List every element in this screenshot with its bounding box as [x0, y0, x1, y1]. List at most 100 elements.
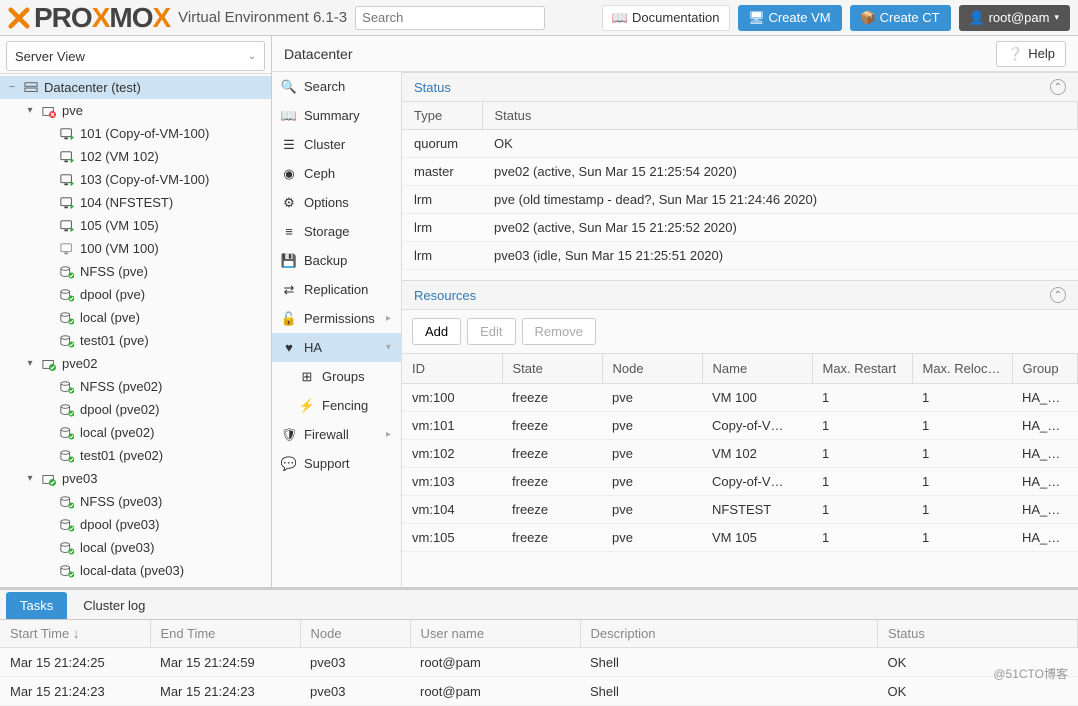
remove-button[interactable]: Remove — [522, 318, 596, 345]
status-row[interactable]: masterpve02 (active, Sun Mar 15 21:25:54… — [402, 158, 1078, 186]
nav-ceph[interactable]: ◉Ceph — [272, 159, 401, 188]
tree-item[interactable]: NFSS (pve03) — [0, 490, 271, 513]
help-button[interactable]: ❔ Help — [996, 41, 1066, 67]
ha-row[interactable]: vm:102freezepveVM 10211HA_Grou — [402, 440, 1078, 468]
nav-replication[interactable]: ⇄Replication — [272, 275, 401, 304]
col-status[interactable]: Status — [878, 620, 1078, 648]
tree-item[interactable]: NFSS (pve) — [0, 260, 271, 283]
tree-item[interactable]: test01 (pve) — [0, 329, 271, 352]
status-row[interactable]: lrmpve03 (idle, Sun Mar 15 21:25:51 2020… — [402, 242, 1078, 270]
nav-label: Ceph — [304, 166, 335, 181]
col-status[interactable]: Status — [482, 102, 1078, 130]
nav-summary[interactable]: 📖Summary — [272, 101, 401, 130]
tree-item[interactable]: 102 (VM 102) — [0, 145, 271, 168]
create-ct-button[interactable]: 📦 Create CT — [850, 5, 951, 31]
status-row[interactable]: lrmpve (old timestamp - dead?, Sun Mar 1… — [402, 186, 1078, 214]
monitor-icon: 🖥 — [749, 11, 763, 25]
col-node[interactable]: Node — [300, 620, 410, 648]
tree-item[interactable]: NFSS (pve02) — [0, 375, 271, 398]
log-row[interactable]: Mar 15 21:24:25Mar 15 21:24:59pve03root@… — [0, 648, 1078, 677]
col-node[interactable]: Node — [602, 354, 702, 384]
edit-button[interactable]: Edit — [467, 318, 515, 345]
col-end[interactable]: End Time — [150, 620, 300, 648]
tree-item[interactable]: dpool (pve02) — [0, 398, 271, 421]
col-type[interactable]: Type — [402, 102, 482, 130]
tab-cluster-log[interactable]: Cluster log — [69, 592, 159, 619]
tree-item[interactable]: dpool (pve) — [0, 283, 271, 306]
ha-row[interactable]: vm:105freezepveVM 10511HA_Grou — [402, 524, 1078, 552]
ha-row[interactable]: vm:100freezepveVM 10011HA_Grou — [402, 384, 1078, 412]
user-menu-button[interactable]: 👤 root@pam ▾ — [959, 5, 1070, 31]
nav-firewall[interactable]: 🛡Firewall▸ — [272, 420, 401, 449]
gear-icon: ⚙ — [282, 196, 296, 210]
tree-item[interactable]: 105 (VM 105) — [0, 214, 271, 237]
log-row[interactable]: Mar 15 21:24:23Mar 15 21:24:23pve03root@… — [0, 677, 1078, 706]
nav-storage[interactable]: ≡Storage — [272, 217, 401, 246]
tree-label: dpool (pve02) — [80, 402, 160, 417]
tree-item[interactable]: 101 (Copy-of-VM-100) — [0, 122, 271, 145]
storage-icon — [60, 380, 74, 394]
nav-permissions[interactable]: 🔓Permissions▸ — [272, 304, 401, 333]
nav-label: Replication — [304, 282, 368, 297]
vm-run-icon — [60, 219, 74, 233]
collapse-icon[interactable]: ⌃ — [1050, 79, 1066, 95]
status-cell: pve (old timestamp - dead?, Sun Mar 15 2… — [482, 186, 1078, 214]
nav-groups[interactable]: ⊞Groups — [272, 362, 401, 391]
tree-item[interactable]: test01 (pve02) — [0, 444, 271, 467]
tree-item[interactable]: ▾pve02 — [0, 352, 271, 375]
ha-row[interactable]: vm:103freezepveCopy-of-V…11HA_Grou — [402, 468, 1078, 496]
tree-item[interactable]: 100 (VM 100) — [0, 237, 271, 260]
cell: HA_Grou — [1012, 384, 1078, 412]
create-vm-button[interactable]: 🖥 Create VM — [738, 5, 841, 31]
collapse-icon[interactable]: ⌃ — [1050, 287, 1066, 303]
resources-panel-header[interactable]: Resources ⌃ — [402, 280, 1078, 310]
col-start[interactable]: Start Time ↓ — [0, 620, 150, 648]
tree-item[interactable]: test01 (pve03) — [0, 582, 271, 587]
tree-item[interactable]: 103 (Copy-of-VM-100) — [0, 168, 271, 191]
cell: VM 105 — [702, 524, 812, 552]
ha-row[interactable]: vm:101freezepveCopy-of-V…11HA_Grou — [402, 412, 1078, 440]
cell: vm:100 — [402, 384, 502, 412]
add-button[interactable]: Add — [412, 318, 461, 345]
nav-support[interactable]: 💬Support — [272, 449, 401, 478]
cell: 1 — [912, 384, 1012, 412]
search-input[interactable] — [355, 6, 545, 30]
tree-item[interactable]: local (pve02) — [0, 421, 271, 444]
nav-search[interactable]: 🔍Search — [272, 72, 401, 101]
tree-item[interactable]: local (pve) — [0, 306, 271, 329]
tree-item[interactable]: ▾pve — [0, 99, 271, 122]
vm-run-icon — [60, 196, 74, 210]
nav-options[interactable]: ⚙Options — [272, 188, 401, 217]
nav-backup[interactable]: 💾Backup — [272, 246, 401, 275]
cell: pve — [602, 412, 702, 440]
heart-icon: ♥ — [282, 341, 296, 355]
ha-row[interactable]: vm:104freezepveNFSTEST11HA_Grou — [402, 496, 1078, 524]
col-state[interactable]: State — [502, 354, 602, 384]
col-desc[interactable]: Description — [580, 620, 878, 648]
col-user[interactable]: User name — [410, 620, 580, 648]
tab-tasks[interactable]: Tasks — [6, 592, 67, 619]
tree-item[interactable]: local-data (pve03) — [0, 559, 271, 582]
tree-label: local (pve03) — [80, 540, 154, 555]
nav-ha[interactable]: ♥HA▾ — [272, 333, 401, 362]
tree-item[interactable]: ▾pve03 — [0, 467, 271, 490]
nav-cluster[interactable]: ☰Cluster — [272, 130, 401, 159]
status-panel-header[interactable]: Status ⌃ — [402, 72, 1078, 102]
col-name[interactable]: Name — [702, 354, 812, 384]
documentation-button[interactable]: 📖 Documentation — [602, 5, 730, 31]
col-max-relocate[interactable]: Max. Reloc… — [912, 354, 1012, 384]
tree-item[interactable]: 104 (NFSTEST) — [0, 191, 271, 214]
col-max-restart[interactable]: Max. Restart — [812, 354, 912, 384]
tree-item[interactable]: −Datacenter (test) — [0, 76, 271, 99]
tree-item[interactable]: dpool (pve03) — [0, 513, 271, 536]
col-id[interactable]: ID — [402, 354, 502, 384]
col-group[interactable]: Group — [1012, 354, 1078, 384]
status-row[interactable]: quorumOK — [402, 130, 1078, 158]
tree-item[interactable]: local (pve03) — [0, 536, 271, 559]
chevron-down-icon: ▾ — [1054, 12, 1059, 23]
center-header: Datacenter ❔ Help — [272, 36, 1078, 72]
nav-fencing[interactable]: ⚡Fencing — [272, 391, 401, 420]
status-row[interactable]: lrmpve02 (active, Sun Mar 15 21:25:52 20… — [402, 214, 1078, 242]
view-dropdown[interactable]: Server View ⌄ — [6, 41, 265, 71]
tree-label: 105 (VM 105) — [80, 218, 159, 233]
